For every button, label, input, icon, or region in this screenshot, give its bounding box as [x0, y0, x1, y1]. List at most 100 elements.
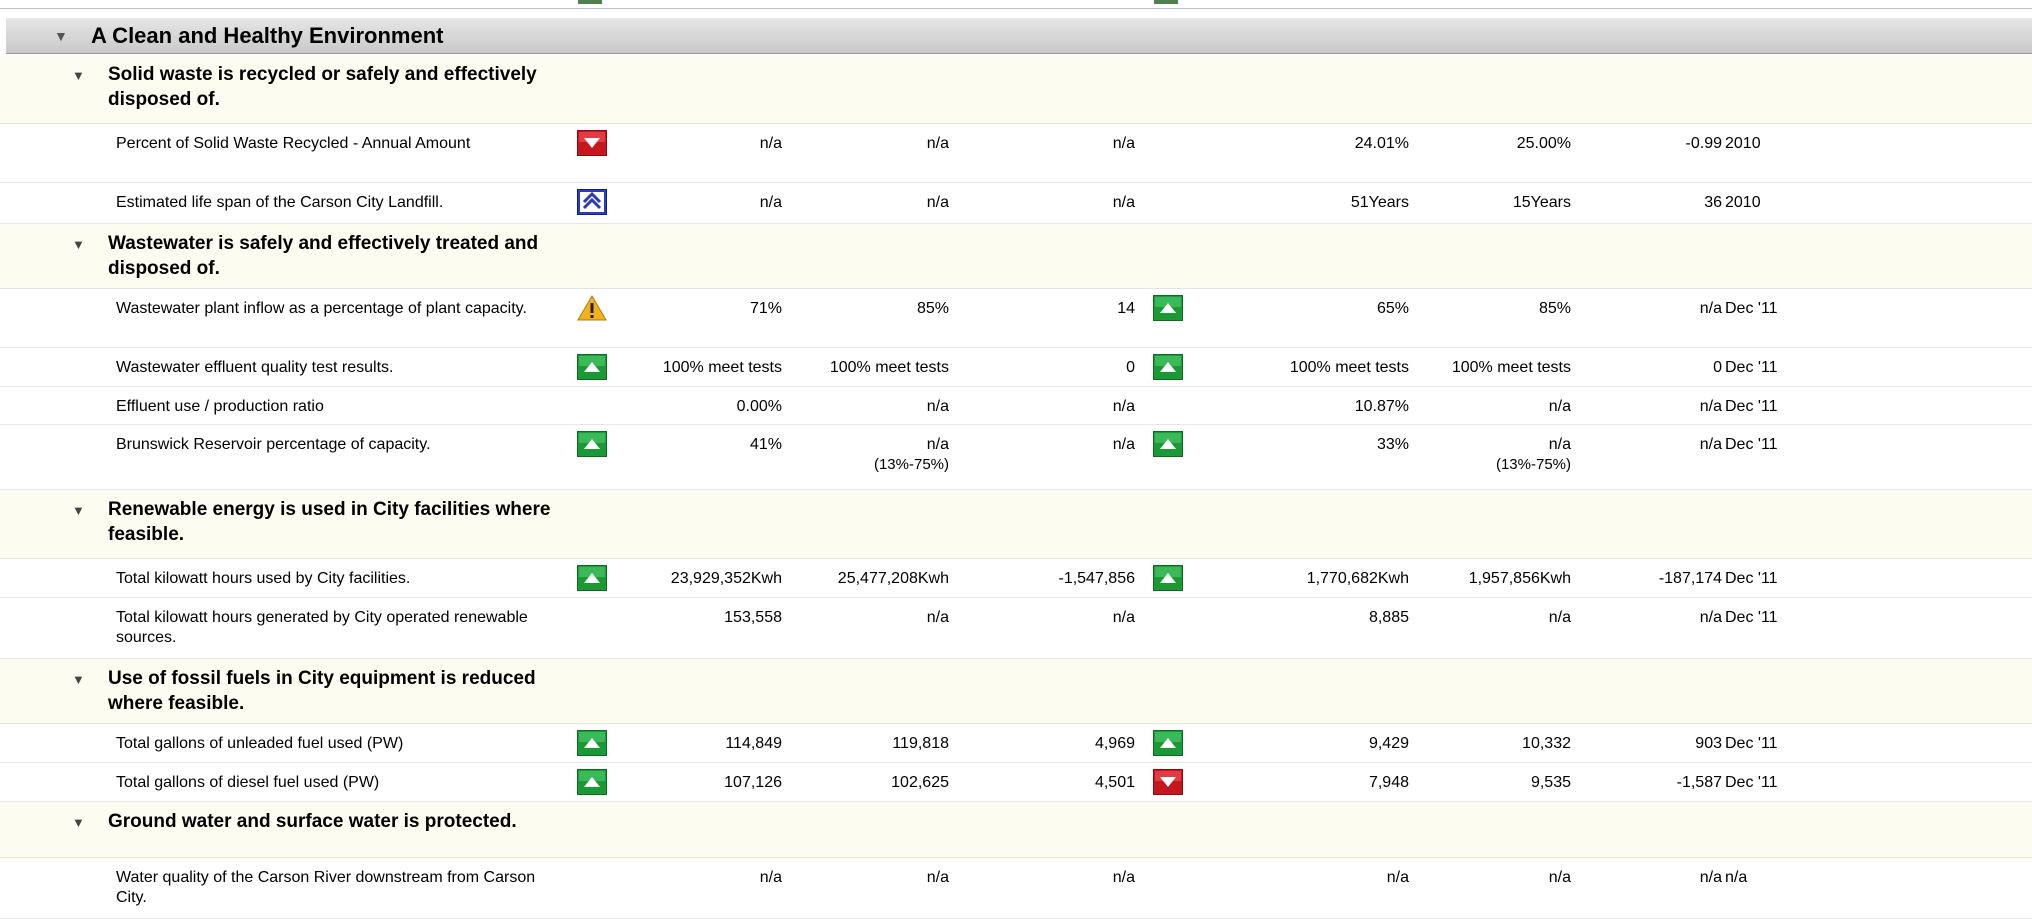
target-value: n/a	[926, 194, 949, 211]
period-variance-value: 903	[1695, 735, 1722, 752]
measure-name[interactable]: Water quality of the Carson River downst…	[116, 868, 556, 908]
scorecard-rows: ▼ Solid waste is recycled or safely and e…	[0, 55, 2032, 919]
measure-row[interactable]: Effluent use / production ratio 0.00% n/a n…	[0, 387, 2032, 425]
period-target-value: n/a	[1548, 609, 1571, 626]
target-value: 85%	[916, 300, 949, 317]
as-of-date: Dec '11	[1725, 436, 1778, 453]
measure-row[interactable]: Total gallons of diesel fuel used (PW) 10…	[0, 763, 2032, 802]
green-up-icon[interactable]	[577, 431, 607, 457]
red-down-icon[interactable]	[577, 130, 607, 156]
measure-row[interactable]: Wastewater effluent quality test results…	[0, 348, 2032, 387]
target-value: n/a	[926, 869, 949, 886]
variance-value: 4,969	[1094, 735, 1135, 752]
measure-name[interactable]: Wastewater plant inflow as a percentage …	[116, 299, 556, 319]
goal-header[interactable]: ▼ Use of fossil fuels in City equipment i…	[0, 659, 2032, 724]
period-target-value: 85%	[1538, 300, 1571, 317]
collapse-triangle-icon[interactable]: ▼	[72, 63, 85, 88]
warning-icon[interactable]	[577, 295, 607, 321]
period-variance-value: -1,587	[1676, 774, 1722, 791]
measure-name[interactable]: Total gallons of unleaded fuel used (PW)	[116, 734, 556, 754]
period-variance-value: 0	[1713, 359, 1722, 376]
period-variance-value: n/a	[1699, 300, 1722, 317]
period-target-value: n/a	[1548, 398, 1571, 415]
goal-header[interactable]: ▼ Wastewater is safely and effectively tr…	[0, 224, 2032, 289]
green-up-icon[interactable]	[1153, 565, 1183, 591]
period-actual-value: n/a	[1386, 869, 1409, 886]
measure-row[interactable]: Total gallons of unleaded fuel used (PW)…	[0, 724, 2032, 763]
period-variance-value: n/a	[1699, 398, 1722, 415]
period-actual-value: 8,885	[1368, 609, 1409, 626]
as-of-date: Dec '11	[1725, 609, 1778, 626]
measure-name[interactable]: Percent of Solid Waste Recycled - Annual…	[116, 134, 556, 154]
measure-name[interactable]: Total kilowatt hours generated by City o…	[116, 608, 556, 648]
collapse-triangle-icon[interactable]: ▼	[72, 232, 85, 257]
as-of-date: Dec '11	[1725, 300, 1778, 317]
green-up-icon[interactable]	[577, 565, 607, 591]
green-up-icon[interactable]	[1153, 295, 1183, 321]
section-header[interactable]: ▼ A Clean and Healthy Environment	[6, 18, 2032, 54]
period-actual-value: 9,429	[1368, 735, 1409, 752]
variance-value: n/a	[1112, 436, 1135, 453]
actual-value: n/a	[759, 194, 782, 211]
measure-row[interactable]: Wastewater plant inflow as a percentage …	[0, 289, 2032, 348]
collapse-triangle-icon[interactable]: ▼	[72, 667, 85, 692]
measure-name[interactable]: Total gallons of diesel fuel used (PW)	[116, 773, 556, 793]
period-variance-value: -187,174	[1658, 570, 1722, 587]
variance-value: 14	[1117, 300, 1135, 317]
period-actual-value: 1,770,682Kwh	[1306, 570, 1409, 587]
period-target-value: 15Years	[1512, 194, 1571, 211]
collapse-triangle-icon[interactable]: ▼	[72, 810, 85, 835]
green-up-icon[interactable]	[1153, 354, 1183, 380]
measure-name[interactable]: Estimated life span of the Carson City L…	[116, 193, 556, 213]
goal-title: Use of fossil fuels in City equipment is…	[108, 668, 536, 714]
goal-header[interactable]: ▼ Ground water and surface water is prote…	[0, 802, 2032, 858]
measure-name[interactable]: Effluent use / production ratio	[116, 397, 556, 417]
goal-title: Solid waste is recycled or safely and ef…	[108, 64, 537, 110]
collapse-triangle-icon[interactable]: ▼	[72, 498, 85, 523]
actual-value: 0.00%	[736, 398, 782, 415]
measure-row[interactable]: Total kilowatt hours used by City facili…	[0, 559, 2032, 598]
goal-title: Ground water and surface water is protec…	[108, 811, 517, 832]
variance-value: n/a	[1112, 135, 1135, 152]
variance-value: -1,547,856	[1058, 570, 1135, 587]
target-value: n/a	[926, 398, 949, 415]
green-up-icon[interactable]	[577, 730, 607, 756]
green-up-icon[interactable]	[577, 354, 607, 380]
as-of-date: 2010	[1725, 135, 1761, 152]
measure-name[interactable]: Wastewater effluent quality test results…	[116, 358, 556, 378]
section-title: A Clean and Healthy Environment	[91, 23, 444, 48]
period-actual-value: 10.87%	[1354, 398, 1409, 415]
period-target-value: 1,957,856Kwh	[1468, 570, 1571, 587]
period-variance-value: 36	[1704, 194, 1722, 211]
variance-value: 4,501	[1094, 774, 1135, 791]
as-of-date: Dec '11	[1725, 735, 1778, 752]
measure-row[interactable]: Brunswick Reservoir percentage of capaci…	[0, 425, 2032, 490]
measure-row[interactable]: Estimated life span of the Carson City L…	[0, 183, 2032, 224]
variance-value: n/a	[1112, 194, 1135, 211]
goal-header[interactable]: ▼ Solid waste is recycled or safely and e…	[0, 55, 2032, 124]
target-value: 102,625	[891, 774, 949, 791]
target-value: 25,477,208Kwh	[837, 570, 949, 587]
green-up-icon[interactable]	[1153, 431, 1183, 457]
variance-value: n/a	[1112, 869, 1135, 886]
period-actual-value: 24.01%	[1354, 135, 1409, 152]
as-of-date: 2010	[1725, 194, 1761, 211]
green-up-icon[interactable]	[577, 769, 607, 795]
blue-double-up-icon[interactable]	[577, 189, 607, 215]
measure-row[interactable]: Percent of Solid Waste Recycled - Annual…	[0, 124, 2032, 183]
measure-name[interactable]: Brunswick Reservoir percentage of capaci…	[116, 435, 556, 455]
measure-row[interactable]: Total kilowatt hours generated by City o…	[0, 598, 2032, 659]
goal-header[interactable]: ▼ Renewable energy is used in City facili…	[0, 490, 2032, 559]
goal-title: Renewable energy is used in City facilit…	[108, 499, 551, 545]
red-down-icon[interactable]	[1153, 769, 1183, 795]
period-target-value: n/a	[1548, 869, 1571, 886]
green-up-icon[interactable]	[1153, 730, 1183, 756]
collapse-triangle-icon[interactable]: ▼	[54, 18, 68, 54]
top-edge	[0, 0, 2032, 9]
period-target-value: 100% meet tests	[1451, 359, 1571, 376]
target-value: 119,818	[892, 735, 949, 752]
actual-value: n/a	[759, 135, 782, 152]
goal-title: Wastewater is safely and effectively tre…	[108, 233, 539, 279]
measure-name[interactable]: Total kilowatt hours used by City facili…	[116, 569, 556, 589]
target-range: (13%-75%)	[873, 456, 949, 473]
